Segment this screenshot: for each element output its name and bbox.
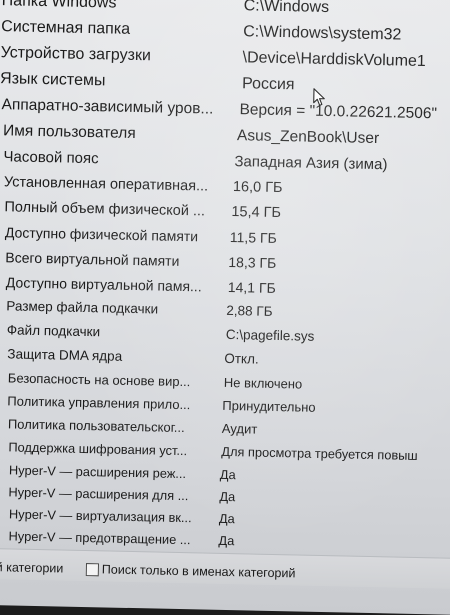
- row-name: Устройство загрузки: [0, 44, 152, 65]
- row-name: Аппаратно-зависимый уров...: [1, 96, 214, 118]
- row-value: Да: [219, 488, 236, 505]
- row-value: Asus_ZenBook\User: [236, 127, 380, 148]
- row-value: Не включено: [223, 374, 303, 392]
- row-name: Hyper-V — расширения для ...: [8, 484, 189, 504]
- row-value: C:\Windows: [243, 0, 330, 17]
- row-value: 15,4 ГБ: [231, 204, 282, 222]
- row-name: Политика управления прило...: [7, 393, 191, 413]
- row-name: Имя пользователя: [2, 122, 136, 142]
- row-name: Язык системы: [0, 70, 106, 90]
- row-name: Безопасность на основе вир...: [7, 370, 191, 390]
- row-value: Западная Азия (зима): [234, 153, 388, 174]
- row-name: Hyper-V — расширения реж...: [8, 462, 187, 482]
- row-name: Доступно виртуальной памя...: [5, 274, 202, 295]
- row-name: Hyper-V — предотвращение ...: [8, 528, 191, 548]
- row-name: Политика пользовательског...: [7, 416, 185, 436]
- row-value: Откл.: [224, 350, 259, 367]
- row-name: Папка Windows: [1, 0, 117, 12]
- row-name: Полный объем физической ...: [4, 199, 206, 220]
- row-value: 11,5 ГБ: [229, 228, 277, 246]
- row-name: Всего виртуальной памяти: [5, 249, 180, 269]
- row-value: 14,1 ГБ: [227, 278, 276, 296]
- row-value: Версия = "10.0.22621.2506": [239, 101, 438, 123]
- row-name: Часовой пояс: [3, 148, 99, 168]
- row-value: Для просмотра требуется повыш: [221, 443, 418, 463]
- row-value: C:\pagefile.sys: [225, 326, 315, 344]
- search-category-label[interactable]: ной категории: [0, 560, 63, 576]
- row-name: Доступно физической памяти: [4, 224, 199, 245]
- row-value: 16,0 ГБ: [232, 179, 283, 197]
- row-value: Принудительно: [222, 397, 316, 415]
- mouse-pointer-icon: [313, 88, 325, 106]
- row-value: Аудит: [221, 420, 258, 437]
- row-value: Да: [219, 466, 236, 483]
- row-name: Поддержка шифрования уст...: [8, 439, 188, 459]
- row-value: \Device\HarddiskVolume1: [242, 49, 426, 71]
- row-name: Защита DMA ядра: [7, 346, 123, 364]
- row-name: Размер файла подкачки: [6, 298, 159, 317]
- row-value: Да: [218, 510, 235, 527]
- row-value: Да: [218, 532, 235, 549]
- row-name: Hyper-V — виртуализация вк...: [8, 506, 192, 526]
- row-value: 2,88 ГБ: [226, 302, 273, 319]
- row-name: Файл подкачки: [6, 322, 101, 340]
- row-value: Россия: [241, 75, 295, 94]
- row-name: Установленная оперативная...: [3, 174, 209, 195]
- system-info-window: Папка Windows C:\Windows Системная папка…: [0, 0, 450, 615]
- row-value: 18,3 ГБ: [228, 253, 277, 271]
- row-value: C:\Windows\system32: [243, 23, 402, 44]
- row-name: Системная папка: [1, 18, 131, 38]
- search-category-names-checkbox[interactable]: [85, 563, 100, 577]
